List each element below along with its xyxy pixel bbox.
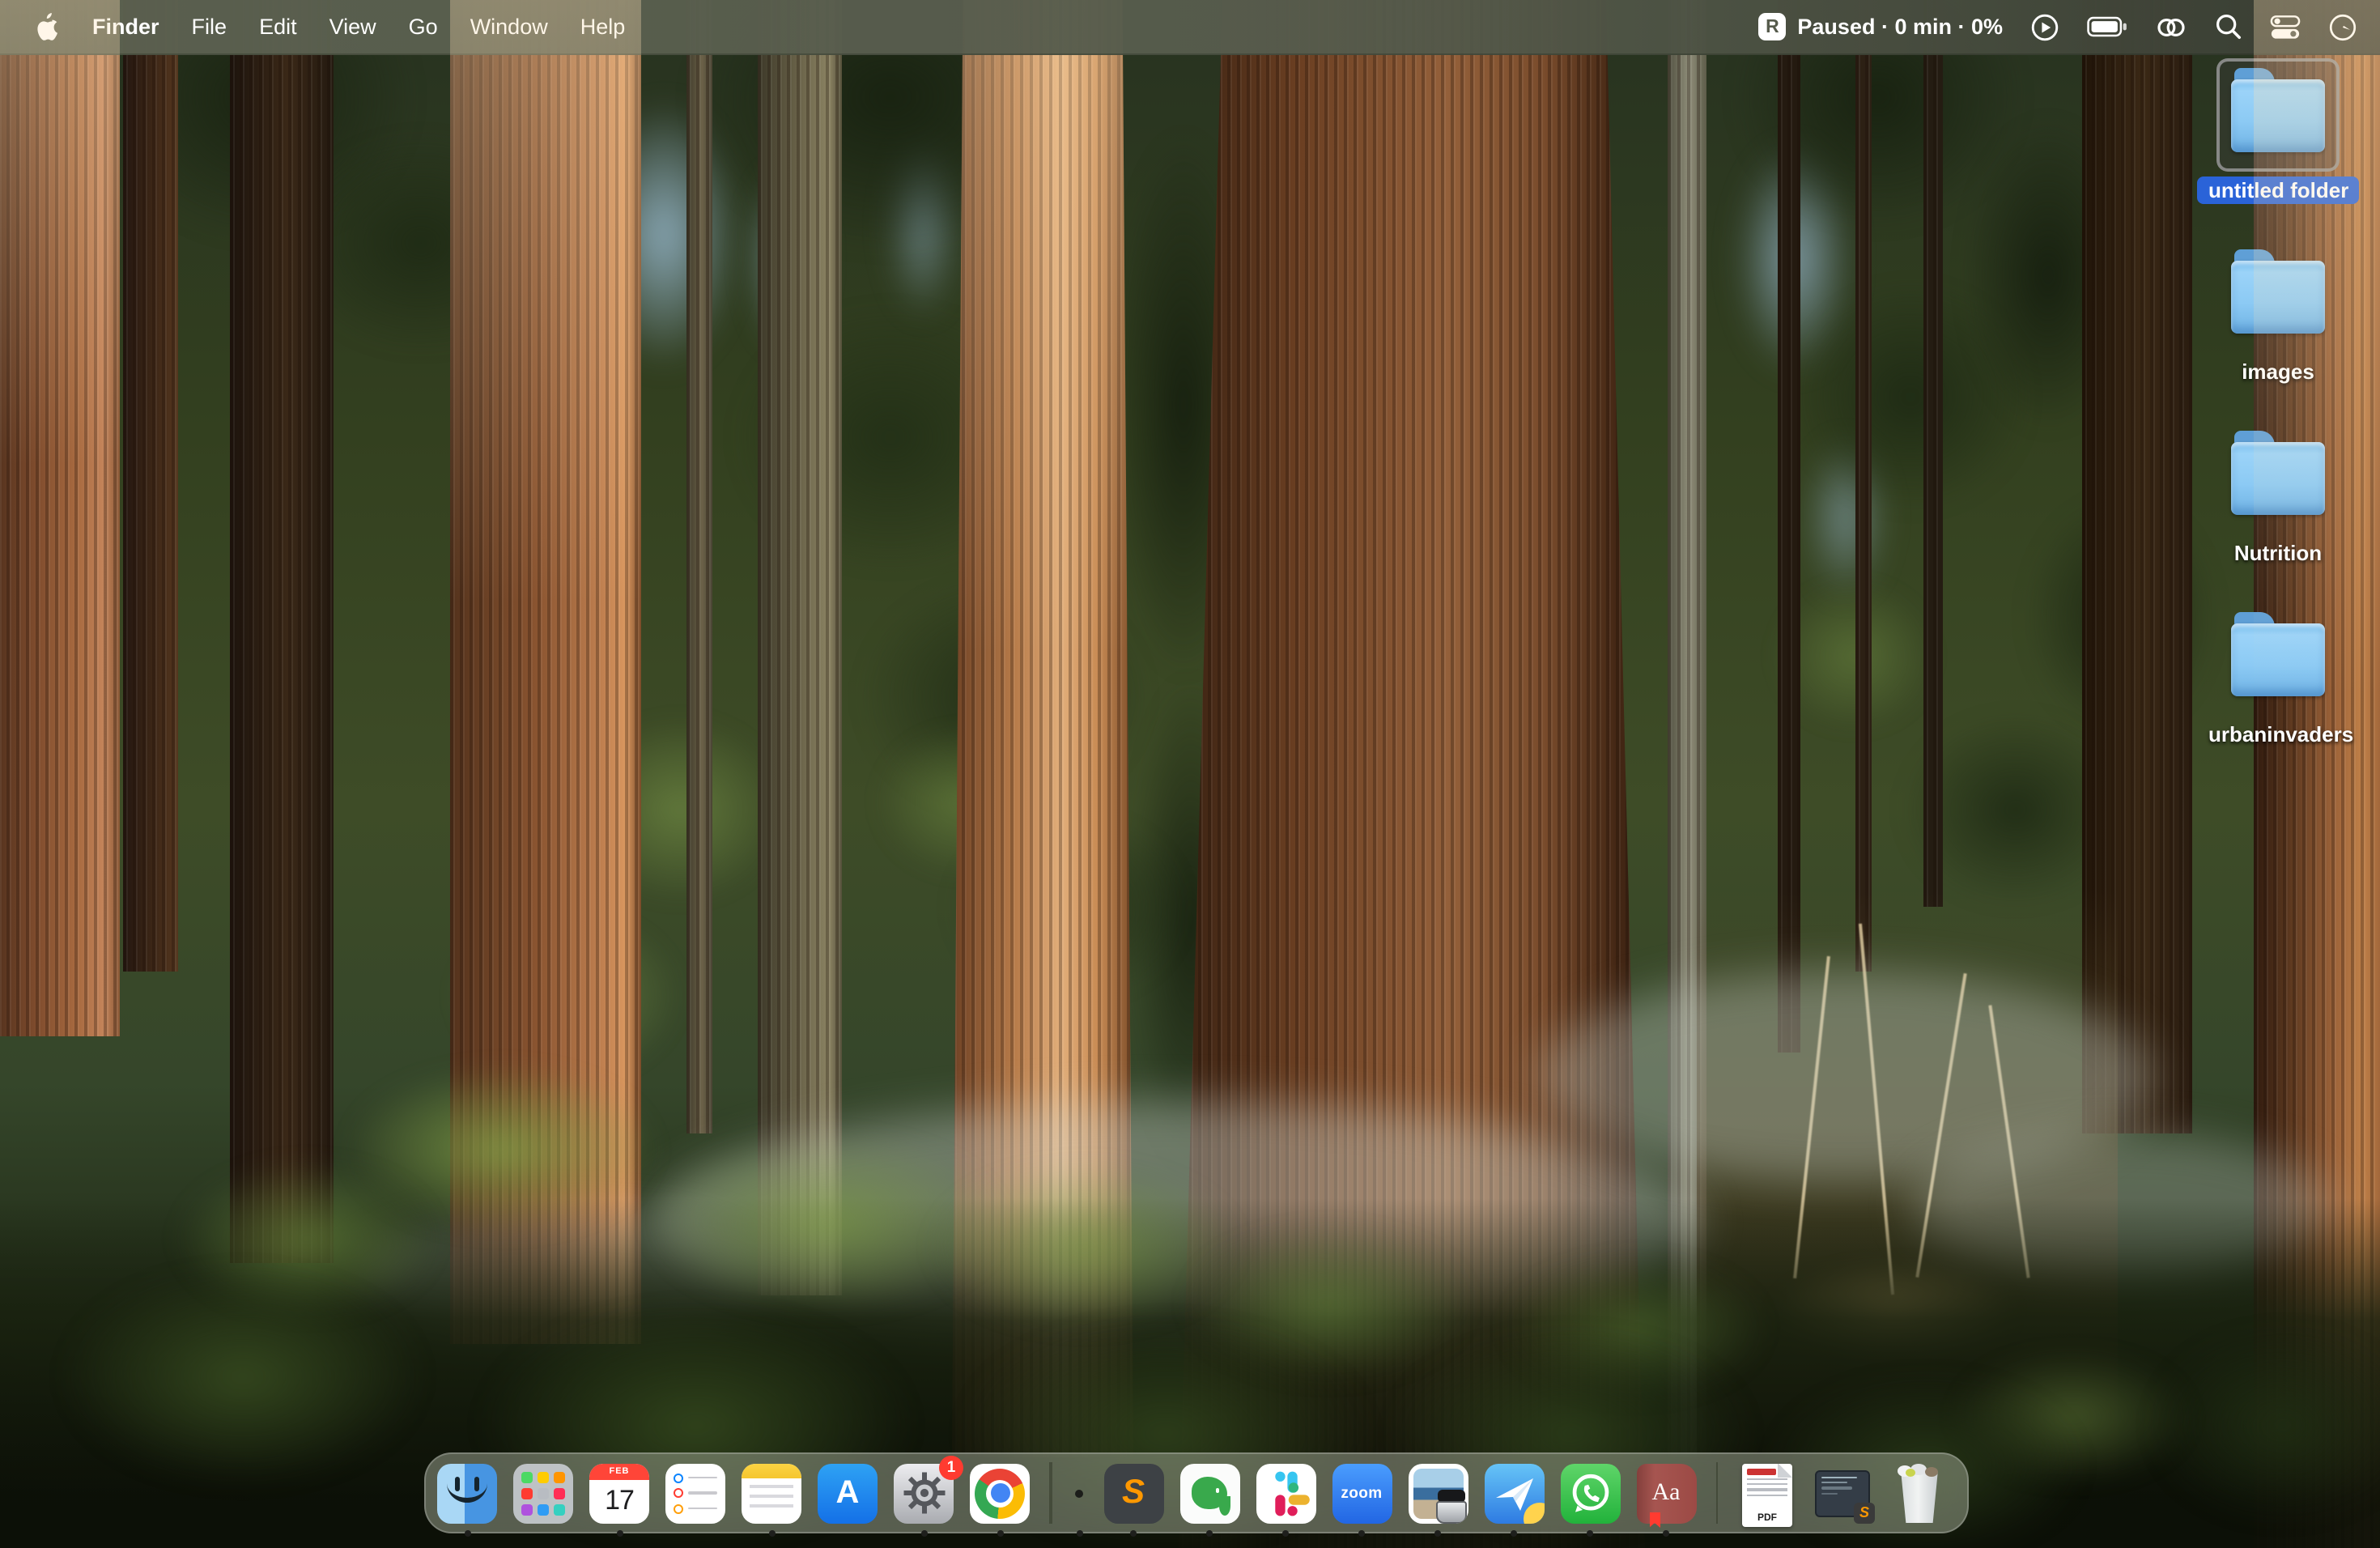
play-circle-icon[interactable] (2030, 12, 2059, 41)
app-store-icon: A (818, 1463, 878, 1523)
dock-system-settings[interactable]: 1 (894, 1463, 954, 1523)
dictionary-icon: Aa (1636, 1463, 1696, 1523)
dock-trash[interactable] (1889, 1463, 1949, 1523)
dock-notes[interactable] (742, 1463, 801, 1523)
dock-evernote[interactable] (1179, 1463, 1239, 1523)
dock-launchpad[interactable] (513, 1463, 573, 1523)
menu-item-go[interactable]: Go (393, 0, 454, 54)
bookmark-icon (1649, 1512, 1660, 1528)
menu-item-edit[interactable]: Edit (243, 0, 313, 54)
dock-separator (1715, 1462, 1718, 1524)
pdf-document-icon: PDF (1742, 1463, 1792, 1526)
dock: FEB 17 A (424, 1452, 1969, 1533)
menu-item-view[interactable]: View (313, 0, 393, 54)
dock-finder[interactable] (437, 1463, 497, 1523)
desktop-wallpaper (0, 0, 2380, 1548)
minimized-window-icon: S (1815, 1469, 1870, 1516)
tree-trunk (0, 0, 120, 1036)
dock-pdf-document[interactable]: PDF (1737, 1463, 1797, 1523)
dock-mini-app[interactable] (1071, 1463, 1087, 1523)
link-icon[interactable] (2155, 15, 2187, 38)
whatsapp-icon (1560, 1463, 1620, 1523)
slack-icon (1256, 1463, 1315, 1523)
preview-icon (1408, 1463, 1468, 1523)
notification-badge: 1 (939, 1455, 963, 1479)
dock-reminders[interactable] (665, 1463, 725, 1523)
reminders-icon (665, 1463, 725, 1523)
loupe-icon (1435, 1489, 1466, 1523)
evernote-icon (1179, 1463, 1239, 1523)
dock-separator (1049, 1462, 1052, 1524)
dock-spark-mail[interactable] (1484, 1463, 1544, 1523)
dock-slack[interactable] (1256, 1463, 1315, 1523)
dock-calendar[interactable]: FEB 17 (589, 1463, 649, 1523)
dock-preview[interactable] (1408, 1463, 1468, 1523)
mini-app-icon (1075, 1489, 1083, 1497)
spotlight-search-icon[interactable] (2215, 13, 2242, 40)
launchpad-icon (513, 1463, 573, 1523)
dock-whatsapp[interactable] (1560, 1463, 1620, 1523)
timer-status-item[interactable]: R Paused · 0 min · 0% (1758, 13, 2003, 40)
spark-mail-icon (1484, 1463, 1544, 1523)
chrome-icon (970, 1463, 1030, 1523)
dock-chrome[interactable] (970, 1463, 1030, 1523)
finder-icon (437, 1463, 497, 1523)
sublime-text-icon: S (1103, 1463, 1163, 1523)
menu-bar: Finder File Edit View Go Window Help R P… (0, 0, 2380, 55)
gear-icon (899, 1469, 948, 1517)
dock-zoom[interactable]: zoom (1332, 1463, 1392, 1523)
zoom-icon: zoom (1332, 1463, 1392, 1523)
dock-app-store[interactable]: A (818, 1463, 878, 1523)
tree-trunk (2254, 0, 2380, 1548)
dock-sublime-text[interactable]: S (1103, 1463, 1163, 1523)
trash-full-icon (1889, 1463, 1949, 1523)
sublime-badge-icon: S (1854, 1502, 1875, 1523)
tree-trunk (450, 0, 641, 1344)
notes-icon (742, 1463, 801, 1523)
calendar-icon: FEB 17 (589, 1463, 649, 1523)
timer-app-badge: R (1758, 13, 1786, 40)
dock-dictionary[interactable]: Aa (1636, 1463, 1696, 1523)
macos-desktop: Finder File Edit View Go Window Help R P… (0, 0, 2380, 1548)
timer-status-text: Paused · 0 min · 0% (1797, 15, 2003, 39)
dock-minimized-sublime-window[interactable]: S (1813, 1463, 1873, 1523)
menu-item-file[interactable]: File (176, 0, 244, 54)
battery-icon[interactable] (2087, 16, 2127, 37)
